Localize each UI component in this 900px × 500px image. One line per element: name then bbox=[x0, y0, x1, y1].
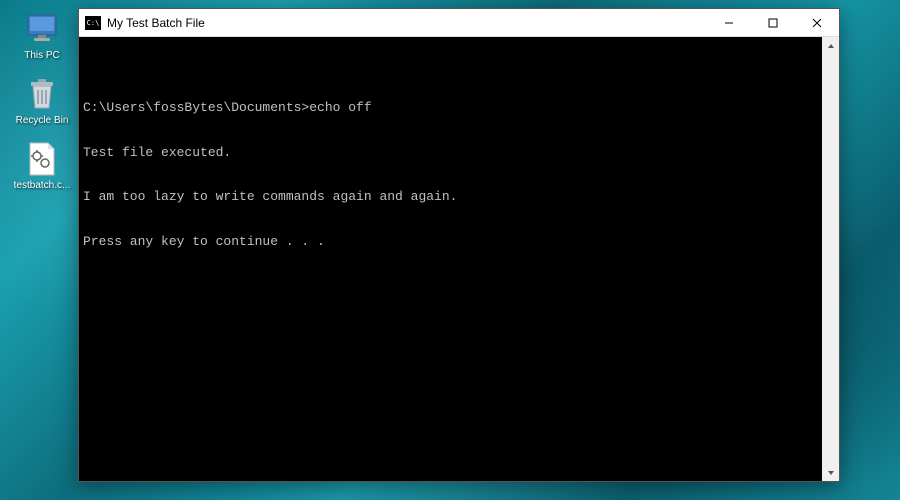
close-button[interactable] bbox=[795, 9, 839, 36]
maximize-button[interactable] bbox=[751, 9, 795, 36]
console-body: C:\Users\fossBytes\Documents>echo off Te… bbox=[79, 37, 839, 481]
console-output[interactable]: C:\Users\fossBytes\Documents>echo off Te… bbox=[79, 37, 822, 481]
minimize-button[interactable] bbox=[707, 9, 751, 36]
window-titlebar[interactable]: C:\ My Test Batch File bbox=[79, 9, 839, 37]
console-line: C:\Users\fossBytes\Documents>echo off bbox=[83, 101, 818, 116]
close-icon bbox=[812, 18, 822, 28]
console-line: I am too lazy to write commands again an… bbox=[83, 190, 818, 205]
vertical-scrollbar[interactable] bbox=[822, 37, 839, 481]
window-title: My Test Batch File bbox=[107, 16, 707, 30]
cmd-icon: C:\ bbox=[85, 16, 101, 30]
desktop-icon-label: Recycle Bin bbox=[16, 115, 69, 126]
minimize-icon bbox=[724, 18, 734, 28]
this-pc-icon bbox=[23, 10, 61, 48]
recycle-bin-icon bbox=[23, 75, 61, 113]
desktop-icon-label: testbatch.c... bbox=[14, 180, 71, 191]
batch-file-icon bbox=[23, 140, 61, 178]
window-controls bbox=[707, 9, 839, 36]
desktop-icon-this-pc[interactable]: This PC bbox=[14, 10, 70, 61]
desktop-icon-recycle-bin[interactable]: Recycle Bin bbox=[14, 75, 70, 126]
scroll-down-arrow-icon[interactable] bbox=[822, 464, 839, 481]
console-line: Test file executed. bbox=[83, 146, 818, 161]
desktop-icon-testbatch[interactable]: testbatch.c... bbox=[14, 140, 70, 191]
console-line: Press any key to continue . . . bbox=[83, 235, 818, 250]
maximize-icon bbox=[768, 18, 778, 28]
scroll-up-arrow-icon[interactable] bbox=[822, 37, 839, 54]
desktop-icon-label: This PC bbox=[24, 50, 60, 61]
desktop-icons-area: This PC Recycle Bin testbatch.c bbox=[14, 10, 70, 191]
console-window: C:\ My Test Batch File C:\Users\fossByte… bbox=[78, 8, 840, 482]
